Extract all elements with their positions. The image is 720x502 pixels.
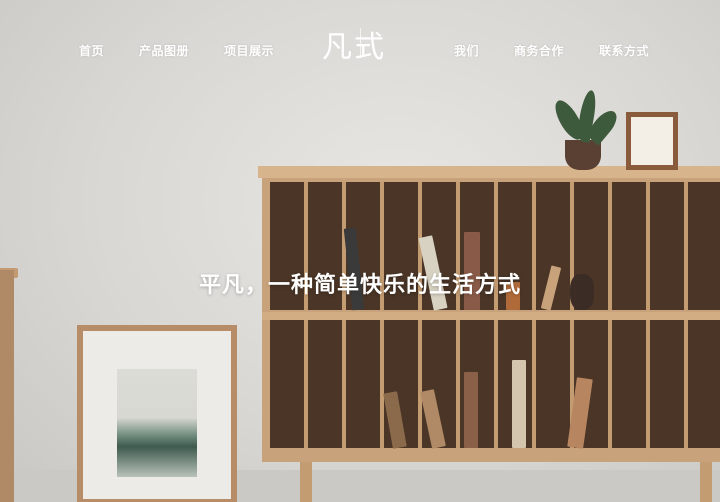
book: [383, 391, 407, 449]
shelf-divider: [608, 320, 612, 448]
shelf-divider: [342, 320, 346, 448]
logo-text: 凡式: [322, 30, 386, 65]
plant-pot: [565, 140, 601, 170]
main-navigation: 首页 产品图册 项目展示 凡式 我们 商务合作 联系方式: [0, 0, 720, 100]
shelf-divider: [646, 320, 650, 448]
nav-item-product-catalog[interactable]: 产品图册: [139, 42, 189, 59]
nav-item-about[interactable]: 我们: [454, 42, 479, 59]
framed-artwork: [77, 325, 237, 502]
book: [512, 360, 526, 448]
artwork-mat: [83, 331, 231, 499]
shelf-divider: [304, 320, 308, 448]
nav-item-home[interactable]: 首页: [79, 42, 104, 59]
shelf-divider: [380, 320, 384, 448]
nav-item-projects[interactable]: 项目展示: [224, 42, 274, 59]
shelf-divider: [456, 320, 460, 448]
shelf-divider: [684, 320, 688, 448]
mountain-painting: [117, 369, 197, 477]
book: [420, 389, 446, 449]
bookshelf-leg: [700, 462, 712, 502]
shelf-divider: [494, 320, 498, 448]
nav-item-business[interactable]: 商务合作: [514, 42, 564, 59]
book: [464, 372, 478, 448]
logo-divider: [360, 28, 361, 58]
bookshelf-leg: [300, 462, 312, 502]
shelf-divider: [418, 320, 422, 448]
nav-item-contact[interactable]: 联系方式: [599, 42, 649, 59]
bookshelf-middle-board: [262, 312, 720, 320]
note-card-paper: [631, 117, 673, 165]
bookshelf-lower-row: [270, 320, 720, 449]
framed-note-card: [626, 112, 678, 170]
stool-edge-leg: [0, 270, 14, 502]
brand-logo[interactable]: 凡式: [322, 22, 404, 65]
shelf-divider: [532, 320, 536, 448]
hero-headline: 平凡，一种简单快乐的生活方式: [198, 272, 521, 298]
